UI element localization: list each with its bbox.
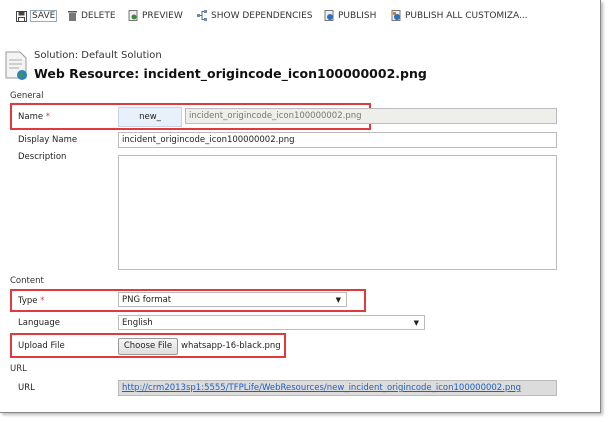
section-content: Content <box>10 276 44 286</box>
description-label: Description <box>18 152 67 162</box>
publish-label: PUBLISH <box>338 10 377 21</box>
web-resource-icon <box>5 51 27 80</box>
type-select[interactable]: PNG format ▼ <box>118 292 347 307</box>
publish-icon <box>324 10 334 21</box>
publish-all-icon <box>391 10 401 21</box>
required-marker: * <box>40 296 45 306</box>
name-input[interactable]: incident_origincode_icon100000002.png <box>185 108 557 124</box>
language-select[interactable]: English ▼ <box>118 315 425 330</box>
display-name-label: Display Name <box>18 135 78 145</box>
show-dependencies-label: SHOW DEPENDENCIES <box>211 10 313 21</box>
dependencies-icon <box>197 10 207 21</box>
show-dependencies-button[interactable]: SHOW DEPENDENCIES <box>197 10 312 21</box>
description-textarea[interactable] <box>118 155 557 270</box>
trash-icon <box>68 11 77 21</box>
dropdown-arrow-icon: ▼ <box>335 296 341 304</box>
preview-button[interactable]: PREVIEW <box>128 10 183 21</box>
section-url: URL <box>10 364 27 374</box>
type-value: PNG format <box>122 295 172 305</box>
page-title: Web Resource: incident_origincode_icon10… <box>34 66 427 81</box>
save-label: SAVE <box>30 10 58 22</box>
url-label: URL <box>18 383 35 393</box>
choose-file-button[interactable]: Choose File <box>118 338 178 355</box>
save-button[interactable]: SAVE <box>16 10 58 22</box>
selected-file-name: whatsapp-16-black.png <box>181 341 281 351</box>
delete-button[interactable]: DELETE <box>67 10 116 21</box>
url-field: http://crm2013sp1:5555/TFPLife/WebResour… <box>118 380 557 396</box>
publish-all-label: PUBLISH ALL CUSTOMIZA... <box>405 10 528 21</box>
language-value: English <box>122 318 153 328</box>
solution-name: Solution: Default Solution <box>34 50 162 61</box>
publish-button[interactable]: PUBLISH <box>324 10 376 21</box>
url-link[interactable]: http://crm2013sp1:5555/TFPLife/WebResour… <box>122 383 521 393</box>
required-marker: * <box>45 112 51 122</box>
delete-label: DELETE <box>81 10 116 21</box>
name-prefix: new_ <box>118 107 182 127</box>
name-label: Name * <box>18 112 50 122</box>
section-general: General <box>10 91 44 101</box>
name-label-text: Name <box>18 112 44 122</box>
preview-icon <box>128 10 138 21</box>
publish-all-button[interactable]: PUBLISH ALL CUSTOMIZA... <box>391 10 528 21</box>
type-label-text: Type <box>18 296 38 306</box>
save-icon <box>16 10 27 22</box>
display-name-input[interactable]: incident_origincode_icon100000002.png <box>118 132 557 148</box>
upload-file-label: Upload File <box>18 341 65 351</box>
type-label: Type * <box>18 296 44 306</box>
dropdown-arrow-icon: ▼ <box>413 319 419 327</box>
preview-label: PREVIEW <box>142 10 183 21</box>
language-label: Language <box>18 318 60 328</box>
